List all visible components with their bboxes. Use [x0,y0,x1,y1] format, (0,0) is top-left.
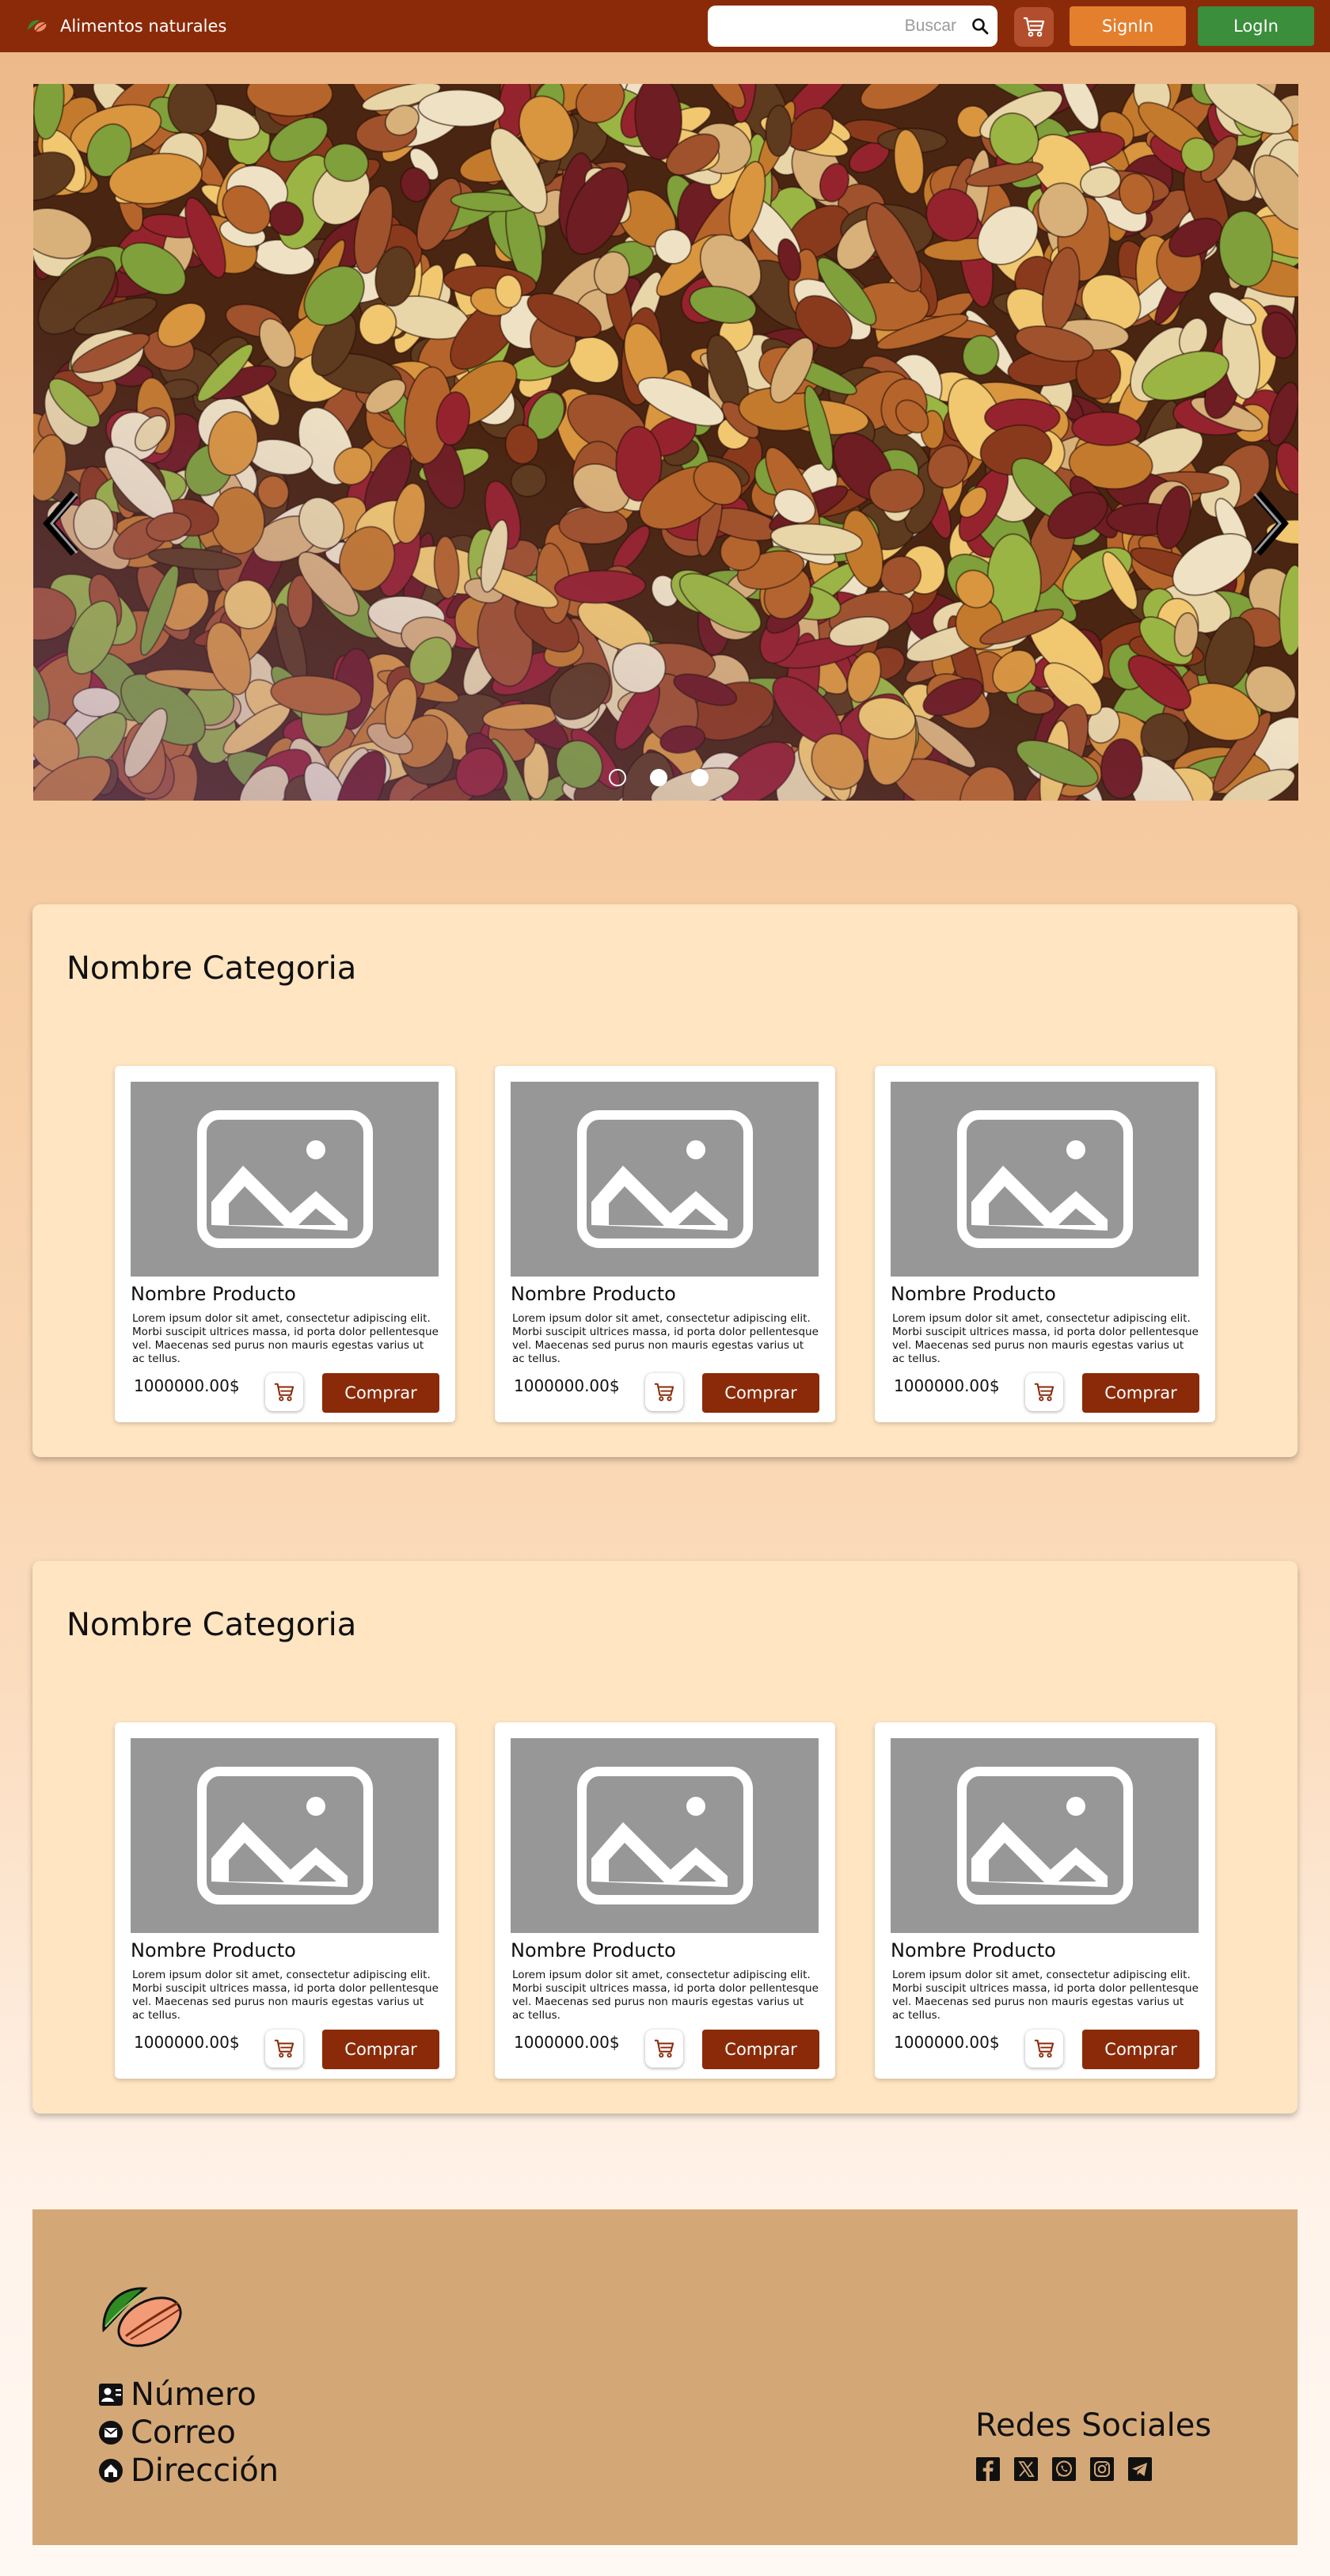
instagram-icon[interactable] [1089,2456,1115,2482]
image-placeholder-icon [956,1767,1133,1904]
search-icon[interactable] [963,17,998,35]
carousel-overlay [33,84,1298,801]
add-to-cart-button[interactable] [645,2030,683,2068]
image-placeholder-icon [956,1110,1133,1248]
product-name: Nombre Producto [891,1939,1056,1961]
whatsapp-icon[interactable] [1051,2456,1077,2482]
category-section: Nombre Categoria Nombre Producto Lorem i… [32,1561,1298,2114]
carousel-dot[interactable] [609,769,626,786]
add-to-cart-button[interactable] [265,1373,303,1411]
search-bar [708,6,998,47]
contact-list: Número Correo Dirección [97,2376,279,2490]
product-card[interactable]: Nombre Producto Lorem ipsum dolor sit am… [115,1066,455,1422]
cart-icon [654,1383,674,1402]
product-description: Lorem ipsum dolor sit amet, consectetur … [892,1312,1199,1365]
product-description: Lorem ipsum dolor sit amet, consectetur … [512,1312,819,1365]
category-title: Nombre Categoria [66,950,357,987]
product-image-placeholder [511,1082,819,1277]
buy-button[interactable]: Comprar [1082,2030,1199,2069]
product-description: Lorem ipsum dolor sit amet, consectetur … [892,1969,1199,2022]
product-image-placeholder [891,1738,1199,1933]
home-icon [99,2459,123,2483]
hero-carousel [33,84,1298,801]
add-to-cart-button[interactable] [1025,1373,1063,1411]
buy-button[interactable]: Comprar [702,2030,819,2069]
product-image-placeholder [131,1738,439,1933]
social-section: Redes Sociales [975,2407,1211,2482]
product-name: Nombre Producto [511,1283,676,1305]
pistachio-logo-icon [102,2287,182,2347]
product-price: 1000000.00$ [134,1376,240,1395]
product-price: 1000000.00$ [514,2033,620,2052]
cart-button[interactable] [1014,7,1054,47]
signin-button[interactable]: SignIn [1070,6,1186,46]
carousel-dot[interactable] [650,769,667,786]
cart-icon [654,2039,674,2058]
social-icons [975,2456,1211,2482]
carousel-prev-icon[interactable] [40,488,87,559]
contact-label: Número [131,2376,256,2413]
product-card[interactable]: Nombre Producto Lorem ipsum dolor sit am… [495,1066,835,1422]
image-placeholder-icon [576,1110,753,1248]
telegram-icon[interactable] [1127,2456,1153,2482]
facebook-icon[interactable] [975,2456,1001,2482]
product-name: Nombre Producto [131,1939,296,1961]
product-price: 1000000.00$ [134,2033,240,2052]
product-name: Nombre Producto [131,1283,296,1305]
image-placeholder-icon [196,1110,373,1248]
product-image-placeholder [891,1082,1199,1277]
add-to-cart-button[interactable] [265,2030,303,2068]
login-button[interactable]: LogIn [1198,6,1314,46]
carousel-indicators [609,769,709,786]
product-image-placeholder [131,1082,439,1277]
add-to-cart-button[interactable] [1025,2030,1063,2068]
contact-label: Dirección [131,2452,279,2489]
product-name: Nombre Producto [891,1283,1056,1305]
product-description: Lorem ipsum dolor sit amet, consectetur … [512,1969,819,2022]
product-name: Nombre Producto [511,1939,676,1961]
product-card[interactable]: Nombre Producto Lorem ipsum dolor sit am… [875,1722,1215,2079]
buy-button[interactable]: Comprar [702,1373,819,1413]
cart-icon [1034,2039,1054,2058]
contact-label: Correo [131,2414,236,2451]
cart-icon [274,1383,294,1402]
brand-name: Alimentos naturales [60,17,227,36]
pistachio-logo-icon [28,20,47,32]
carousel-dot[interactable] [691,769,709,786]
product-card[interactable]: Nombre Producto Lorem ipsum dolor sit am… [495,1722,835,2079]
product-description: Lorem ipsum dolor sit amet, consectetur … [132,1969,439,2022]
product-description: Lorem ipsum dolor sit amet, consectetur … [132,1312,439,1365]
mail-icon [99,2421,123,2445]
contact-phone[interactable]: Número [97,2376,279,2414]
cart-icon [1024,17,1045,37]
product-card[interactable]: Nombre Producto Lorem ipsum dolor sit am… [115,1722,455,2079]
brand[interactable]: Alimentos naturales [25,16,226,36]
product-price: 1000000.00$ [894,2033,1000,2052]
product-card[interactable]: Nombre Producto Lorem ipsum dolor sit am… [875,1066,1215,1422]
carousel-next-icon[interactable] [1244,488,1292,559]
cart-icon [1034,1383,1054,1402]
buy-button[interactable]: Comprar [322,1373,439,1413]
contact-email[interactable]: Correo [97,2414,279,2452]
cart-icon [274,2039,294,2058]
category-title: Nombre Categoria [66,1607,357,1643]
product-price: 1000000.00$ [894,1376,1000,1395]
navbar: Alimentos naturales SignIn LogIn [0,0,1330,52]
social-title: Redes Sociales [975,2407,1212,2444]
product-price: 1000000.00$ [514,1376,620,1395]
image-placeholder-icon [576,1767,753,1904]
x-icon[interactable] [1013,2456,1039,2482]
image-placeholder-icon [196,1767,373,1904]
category-section: Nombre Categoria Nombre Producto Lorem i… [32,904,1298,1457]
footer: Número Correo Dirección Redes Sociales [32,2209,1298,2545]
contact-card-icon [99,2384,123,2406]
buy-button[interactable]: Comprar [1082,1373,1199,1413]
add-to-cart-button[interactable] [645,1373,683,1411]
search-input[interactable] [708,6,963,47]
product-image-placeholder [511,1738,819,1933]
buy-button[interactable]: Comprar [322,2030,439,2069]
contact-address[interactable]: Dirección [97,2452,279,2490]
